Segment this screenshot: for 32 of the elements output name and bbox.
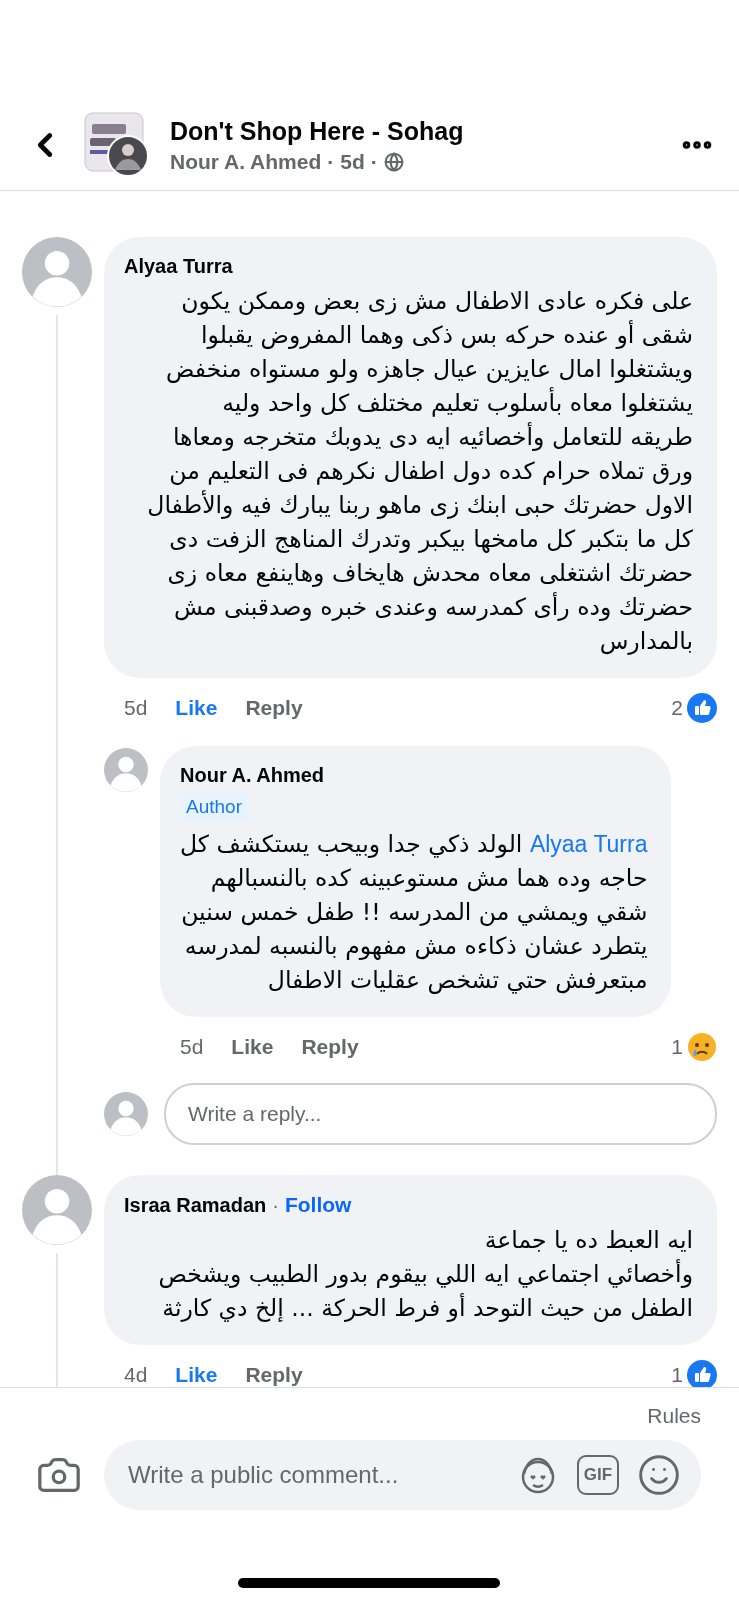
reply-field[interactable]: Write a reply...	[164, 1083, 717, 1145]
commenter-name[interactable]: Alyaa Turra	[124, 255, 233, 278]
post-author[interactable]: Nour A. Ahmed	[170, 149, 322, 174]
mention-link[interactable]: Alyaa Turra	[529, 831, 648, 857]
rules-link[interactable]: Rules	[647, 1404, 701, 1428]
reaction-count: 1	[671, 1363, 683, 1387]
comment-time: 4d	[124, 1363, 148, 1387]
separator-dot: ·	[272, 1193, 279, 1217]
like-link[interactable]: Like	[175, 696, 218, 720]
like-link[interactable]: Like	[231, 1035, 274, 1059]
commenter-name[interactable]: Israa Ramadan	[124, 1193, 267, 1217]
comment-time: 5d	[180, 1035, 204, 1059]
like-link[interactable]: Like	[175, 1363, 218, 1387]
comment-text: ايه العبط ده يا جماعة وأخصائي اجتماعي ايه اللي بيقوم بدور الطبيب ويشخص الطفل من حيث التوحد أو فرط الحركة ... إلخ دي كارثة	[157, 1225, 693, 1324]
author-badge: Author	[180, 793, 248, 821]
comment-field[interactable]: Write a public comment... GIF	[104, 1440, 701, 1510]
reply-link[interactable]: Reply	[245, 696, 303, 720]
post-time: 5d	[340, 149, 365, 174]
comment-text: على فكره عادى الاطفال مش زى بعض وممكن يكون شقى أو عنده حركه بس ذكى وهما المفروض يقبلوا ويشتغلوا امال عايزين عيال جاهزه ولو مستواه منخفض يشتغلوا معاه بأسلوب تعليم مختلف كل واحد وليه طريقه للتعامل وأخصائيه ايه دى يدوبك متخرجه ومعاها ورق تملاه حرام كده دول اطفال نكرهم فى التعليم من الاول حضرتك حبى ابنك زى ماهو ربنا يبارك فيه والأطفال كل ما بتكبر كل مامخها بيكبر وتدرك المناهج الزفت دى حضرتك اشتغلى معاه محدش هايخاف وهاينفع معاه زى حضرتك وده رأى كمدرسه وعندى خبره وصدقبنى مش بالمدارس	[146, 286, 693, 657]
reaction-count: 1	[671, 1035, 683, 1059]
separator-dot: ·	[370, 149, 378, 174]
emoji-icon[interactable]	[637, 1453, 681, 1497]
globe-icon	[383, 151, 404, 172]
follow-link[interactable]: Follow	[284, 1193, 352, 1217]
page-title: Don't Shop Here - Sohag	[170, 116, 465, 146]
gif-button[interactable]: GIF	[577, 1455, 619, 1495]
separator-dot: ·	[327, 149, 335, 174]
reaction-count: 2	[671, 696, 683, 720]
reply-link[interactable]: Reply	[301, 1035, 359, 1059]
reply-link[interactable]: Reply	[245, 1363, 303, 1387]
comment-time: 5d	[124, 696, 148, 720]
commenter-name[interactable]: Nour A. Ahmed	[180, 764, 648, 787]
